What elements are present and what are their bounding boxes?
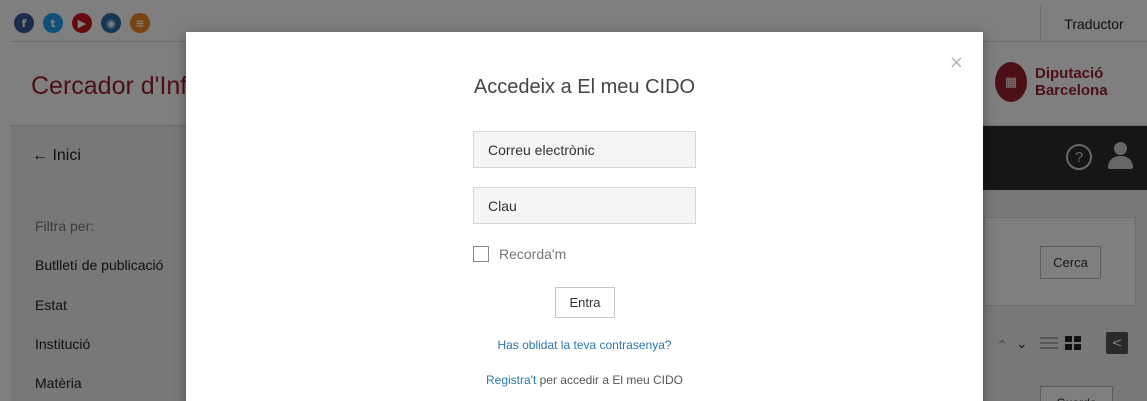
register-suffix: per accedir a El meu CIDO <box>536 373 684 387</box>
modal-title: Accedeix a El meu CIDO <box>473 76 696 98</box>
remember-me[interactable]: Recorda'm <box>473 246 566 262</box>
remember-checkbox[interactable] <box>473 246 489 262</box>
password-field[interactable] <box>473 187 696 224</box>
login-modal: × Accedeix a El meu CIDO Recorda'm Entra… <box>186 32 983 401</box>
login-button[interactable]: Entra <box>555 287 615 318</box>
remember-label: Recorda'm <box>499 246 567 262</box>
register-line: Registra't per accedir a El meu CIDO <box>186 373 983 387</box>
register-link[interactable]: Registra't <box>486 373 536 387</box>
close-icon[interactable]: × <box>949 52 964 73</box>
email-field[interactable] <box>473 131 696 168</box>
forgot-password-link[interactable]: Has oblidat la teva contrasenya? <box>186 338 983 352</box>
